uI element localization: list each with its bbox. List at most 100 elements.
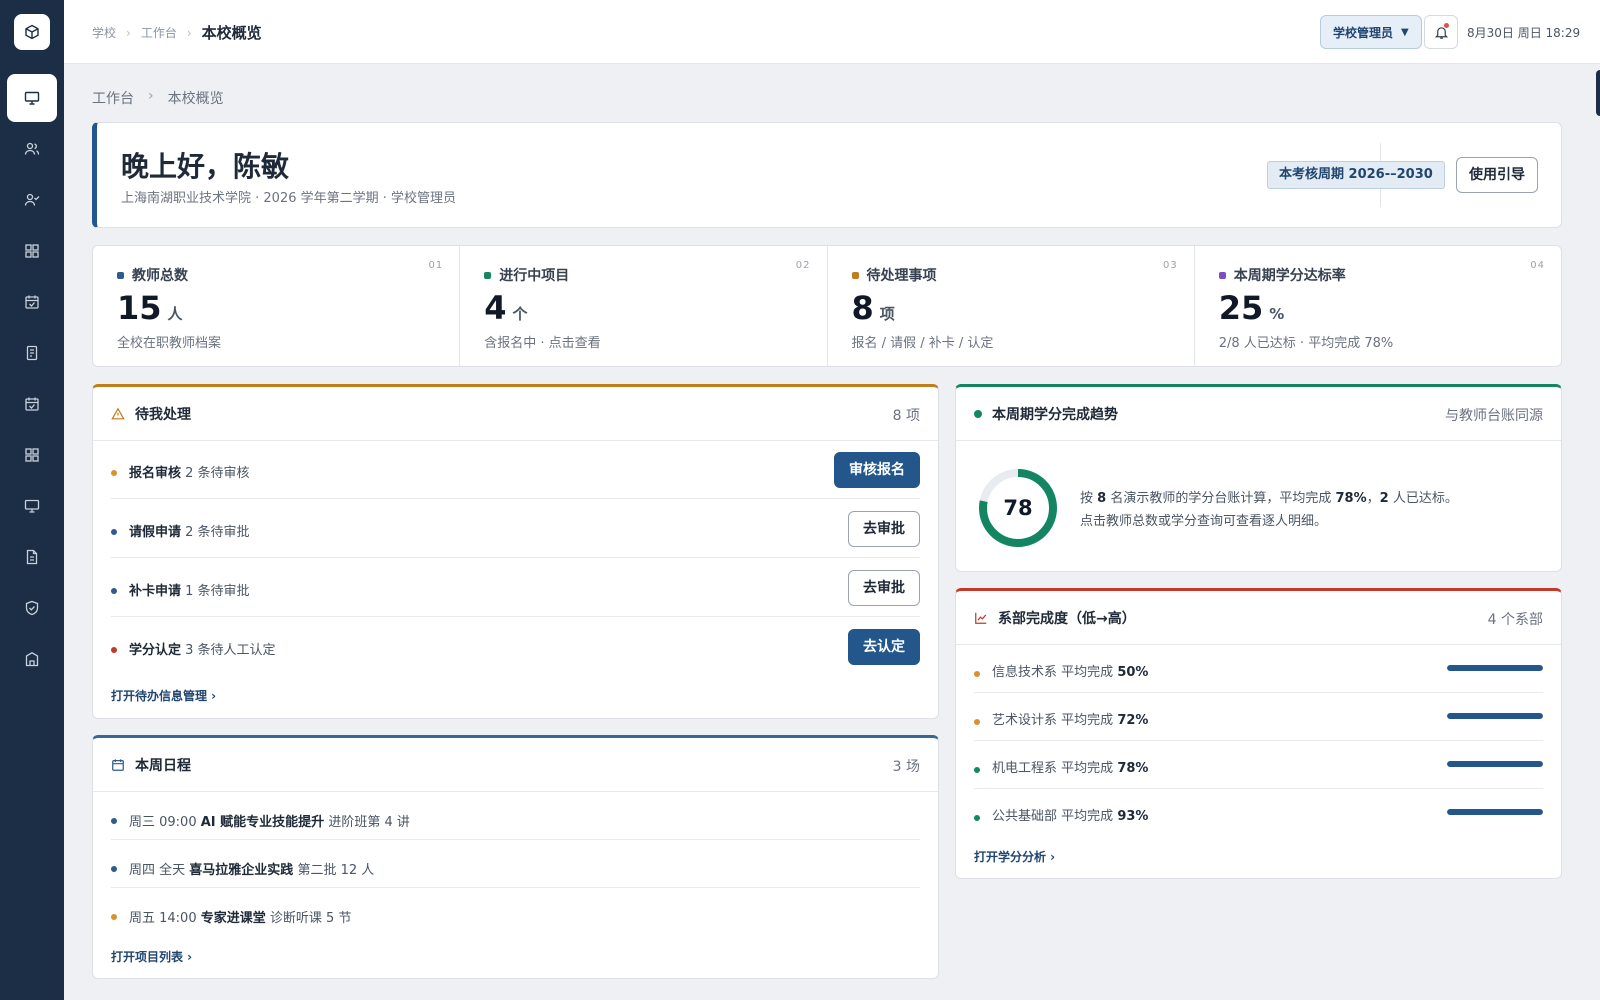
credit-trend-panel: 本周期学分完成趋势 与教师台账同源 78 按 8 名演示教师的学分台账计算，平均… (955, 384, 1562, 572)
open-credit-analysis-link[interactable]: 打开学分分析 › (974, 848, 1055, 865)
page-breadcrumb-workbench[interactable]: 工作台 (92, 88, 134, 108)
breadcrumb-school[interactable]: 学校 (92, 24, 116, 41)
sidebar-item-screen[interactable] (7, 482, 57, 530)
sidebar (0, 0, 64, 1000)
breadcrumb-workbench[interactable]: 工作台 (141, 24, 177, 41)
department-row[interactable]: 艺术设计系 平均完成 72% (974, 693, 1543, 741)
pending-text: 补卡申请 1 条待审批 (129, 580, 250, 599)
sidebar-item-teachers[interactable] (7, 125, 57, 173)
trend-text-part: 名演示教师的学分台账计算，平均完成 (1110, 491, 1332, 506)
grid-icon (25, 244, 39, 258)
department-row[interactable]: 信息技术系 平均完成 50% (974, 645, 1543, 693)
open-todo-link[interactable]: 打开待办信息管理 › (111, 687, 216, 704)
stats-row: 01 教师总数 15 人 全校在职教师档案 02 进行中项目 4个 含报名中 · … (92, 245, 1562, 367)
department-name: 艺术设计系 (992, 713, 1058, 728)
sidebar-item-school[interactable] (7, 635, 57, 683)
sidebar-item-attendance[interactable] (7, 380, 57, 428)
floating-panel-tab[interactable] (1596, 70, 1600, 116)
panel-count: 4 个系部 (1487, 612, 1543, 628)
panel-title: 系部完成度（低→高） (998, 611, 1136, 627)
pending-text: 请假申请 2 条待审批 (129, 521, 250, 540)
role-label: 学校管理员 (1333, 25, 1394, 40)
stat-pending[interactable]: 03 待处理事项 8项 报名 / 请假 / 补卡 / 认定 (828, 246, 1195, 366)
shield-icon (25, 600, 39, 616)
stat-label: 进行中项目 (499, 268, 570, 284)
status-dot (974, 671, 980, 677)
sidebar-item-overview[interactable] (7, 74, 57, 122)
department-row[interactable]: 机电工程系 平均完成 78% (974, 741, 1543, 789)
file-text-icon (26, 549, 38, 565)
stat-desc: 报名 / 请假 / 补卡 / 认定 (851, 336, 994, 351)
stat-desc: 2/8 人已达标 · 平均完成 78% (1218, 336, 1394, 351)
stat-desc: 含报名中 · 点击查看 (484, 336, 601, 351)
panel-header: 本周期学分完成趋势 与教师台账同源 (956, 387, 1561, 441)
trend-text-part: 按 (1080, 491, 1094, 506)
pending-detail: 2 条待审批 (185, 525, 250, 540)
status-dot (111, 647, 117, 653)
schedule-time: 周三 09:00 (129, 815, 197, 830)
department-label: 平均完成 (1061, 665, 1114, 680)
stat-teachers[interactable]: 01 教师总数 15 人 全校在职教师档案 (93, 246, 461, 366)
status-dot (974, 719, 980, 725)
approve-clockin-button[interactable]: 去审批 (848, 570, 920, 606)
sidebar-item-security[interactable] (7, 584, 57, 632)
status-dot (111, 866, 117, 872)
progress-value: 78 (1003, 496, 1033, 520)
department-panel: 系部完成度（低→高） 4 个系部 信息技术系 平均完成 50% 艺术设计系 平均… (955, 588, 1562, 879)
department-row[interactable]: 公共基础部 平均完成 93% (974, 789, 1543, 837)
panel-source: 与教师台账同源 (1445, 408, 1543, 424)
stat-projects[interactable]: 02 进行中项目 4个 含报名中 · 点击查看 (460, 246, 828, 366)
monitor-icon (24, 499, 40, 513)
building-icon (25, 652, 39, 667)
sidebar-item-files[interactable] (7, 533, 57, 581)
sidebar-item-modules[interactable] (7, 431, 57, 479)
department-text: 信息技术系 平均完成 50% (992, 661, 1148, 680)
department-value: 78% (1117, 761, 1149, 776)
progress-fill (1447, 761, 1543, 767)
stat-credit-rate[interactable]: 04 本周期学分达标率 25% 2/8 人已达标 · 平均完成 78% (1195, 246, 1561, 366)
schedule-text: 周四 全天 喜马拉雅企业实践 第二批 12 人 (129, 859, 374, 878)
pending-row: 学分认定 3 条待人工认定 去认定 (111, 618, 920, 676)
sidebar-item-calendar[interactable] (7, 278, 57, 326)
role-selector[interactable]: 学校管理员 ▼ (1320, 15, 1422, 49)
greeting-title: 晚上好，陈敏 (121, 150, 290, 183)
guide-button[interactable]: 使用引导 (1456, 157, 1538, 193)
sidebar-item-staff[interactable] (7, 176, 57, 224)
schedule-text: 周五 14:00 专家进课堂 诊断听课 5 节 (129, 907, 351, 926)
panel-count: 3 场 (892, 759, 920, 775)
review-signup-button[interactable]: 审核报名 (834, 452, 920, 488)
pending-text: 学分认定 3 条待人工认定 (129, 639, 276, 658)
schedule-row[interactable]: 周三 09:00 AI 赋能专业技能提升 进阶班第 4 讲 (111, 792, 920, 840)
department-text: 机电工程系 平均完成 78% (992, 757, 1148, 776)
approve-leave-button[interactable]: 去审批 (848, 511, 920, 547)
schedule-time: 周五 14:00 (129, 911, 197, 926)
panel-header: 本周日程 3 场 (93, 738, 938, 792)
app-logo[interactable] (14, 14, 50, 50)
pending-row: 报名审核 2 条待审核 审核报名 (111, 441, 920, 499)
pending-row: 请假申请 2 条待审批 去审批 (111, 500, 920, 558)
open-projects-link[interactable]: 打开项目列表 › (111, 948, 192, 965)
schedule-detail: 第二批 12 人 (297, 863, 375, 878)
panel-header: 待我处理 8 项 (93, 387, 938, 441)
sidebar-item-documents[interactable] (7, 329, 57, 377)
stat-value: 25 (1218, 289, 1264, 327)
pending-name: 补卡申请 (129, 584, 182, 599)
notification-button[interactable] (1424, 15, 1458, 49)
progress-bar (1447, 809, 1543, 815)
panel-title: 本周期学分完成趋势 (992, 407, 1118, 423)
confirm-credit-button[interactable]: 去认定 (848, 629, 920, 665)
warning-icon (111, 407, 125, 420)
schedule-row[interactable]: 周四 全天 喜马拉雅企业实践 第二批 12 人 (111, 840, 920, 888)
teacher-count: 8 (1097, 491, 1107, 506)
schedule-name: AI 赋能专业技能提升 (200, 815, 325, 830)
calendar-check-icon (25, 397, 39, 411)
progress-fill (1447, 713, 1543, 719)
stat-dot (484, 271, 492, 279)
panel-title: 本周日程 (135, 758, 191, 774)
greeting-subtitle: 上海南湖职业技术学院 · 2026 学年第二学期 · 学校管理员 (121, 191, 457, 206)
department-value: 93% (1117, 809, 1149, 824)
schedule-row[interactable]: 周五 14:00 专家进课堂 诊断听课 5 节 (111, 888, 920, 936)
user-check-icon (24, 193, 40, 206)
sidebar-item-dashboard[interactable] (7, 227, 57, 275)
pending-row: 补卡申请 1 条待审批 去审批 (111, 559, 920, 617)
